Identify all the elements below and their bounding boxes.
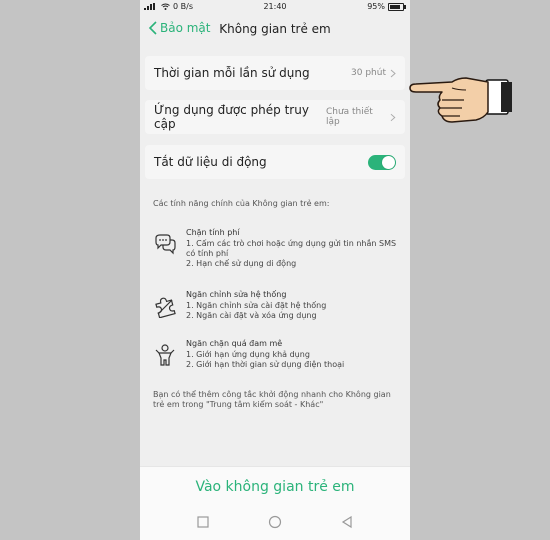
features-caption: Các tính năng chính của Không gian trẻ e… xyxy=(153,199,330,208)
puzzle-block-icon xyxy=(155,297,176,318)
allowed-apps-value-wrap: Chưa thiết lập xyxy=(326,107,396,127)
feature-line: 1. Giới hạn ứng dụng khả dụng xyxy=(186,350,310,359)
time-per-use-value: 30 phút xyxy=(351,68,386,78)
mobile-data-toggle[interactable] xyxy=(368,154,396,170)
chat-bubbles-icon xyxy=(155,234,176,255)
child-figure-icon xyxy=(155,344,175,366)
feature-text: Ngăn chặn quá đam mê 1. Giới hạn ứng dụn… xyxy=(186,339,401,370)
allowed-apps-row[interactable]: Ứng dụng được phép truy cập Chưa thiết l… xyxy=(145,100,405,134)
battery-percent: 95% xyxy=(367,2,385,11)
feature-title: Ngăn chặn quá đam mê xyxy=(186,339,283,348)
feature-block-charges: Chặn tính phí 1. Cấm các trò chơi hoặc ứ… xyxy=(153,228,403,273)
feature-line: 2. Giới hạn thời gian sử dụng điện thoại xyxy=(186,360,345,369)
feature-line: 1. Ngăn chỉnh sửa cài đặt hệ thống xyxy=(186,301,327,310)
time-per-use-label: Thời gian mỗi lần sử dụng xyxy=(154,66,310,80)
page-title: Không gian trẻ em xyxy=(219,22,331,36)
feature-line: 2. Hạn chế sử dụng di động xyxy=(186,259,297,268)
status-right: 95% xyxy=(367,2,406,11)
navigation-bar: Bảo mật Không gian trẻ em xyxy=(140,16,410,44)
allowed-apps-label: Ứng dụng được phép truy cập xyxy=(154,103,309,131)
mobile-data-row: Tắt dữ liệu di động xyxy=(145,145,405,179)
feature-text: Chặn tính phí 1. Cấm các trò chơi hoặc ứ… xyxy=(186,228,401,269)
mobile-data-label: Tắt dữ liệu di động xyxy=(154,155,267,169)
quick-switch-note: Bạn có thể thêm công tắc khởi động nhanh… xyxy=(153,390,391,409)
enter-kids-space-button[interactable]: Vào không gian trẻ em xyxy=(140,466,410,507)
back-triangle-icon[interactable] xyxy=(340,515,354,529)
time-per-use-value-wrap: 30 phút xyxy=(351,68,396,78)
feature-block-system: Ngăn chỉnh sửa hệ thống 1. Ngăn chỉnh sử… xyxy=(153,290,403,326)
feature-title: Ngăn chỉnh sửa hệ thống xyxy=(186,290,287,299)
feature-line: 1. Cấm các trò chơi hoặc ứng dụng gửi ti… xyxy=(186,239,397,258)
allowed-apps-value: Chưa thiết lập xyxy=(325,107,373,127)
feature-block-addiction: Ngăn chặn quá đam mê 1. Giới hạn ứng dụn… xyxy=(153,339,403,375)
pointing-hand-icon xyxy=(409,77,512,123)
recent-apps-icon[interactable] xyxy=(196,515,210,529)
time-per-use-row[interactable]: Thời gian mỗi lần sử dụng 30 phút xyxy=(145,56,405,90)
feature-title: Chặn tính phí xyxy=(186,228,240,237)
chevron-right-icon xyxy=(390,69,396,77)
chevron-right-icon xyxy=(390,113,396,121)
status-bar: 0 B/s 21:40 95% xyxy=(140,0,410,14)
system-navigation-bar xyxy=(140,506,410,540)
home-icon[interactable] xyxy=(268,515,282,529)
toggle-knob xyxy=(382,155,395,169)
feature-line: 2. Ngăn cài đặt và xóa ứng dụng xyxy=(186,311,317,320)
feature-text: Ngăn chỉnh sửa hệ thống 1. Ngăn chỉnh sử… xyxy=(186,290,401,321)
battery-icon xyxy=(388,2,406,11)
phone-screen: 0 B/s 21:40 95% Bảo mật Không gian trẻ e… xyxy=(140,0,410,540)
enter-button-label: Vào không gian trẻ em xyxy=(195,479,355,495)
